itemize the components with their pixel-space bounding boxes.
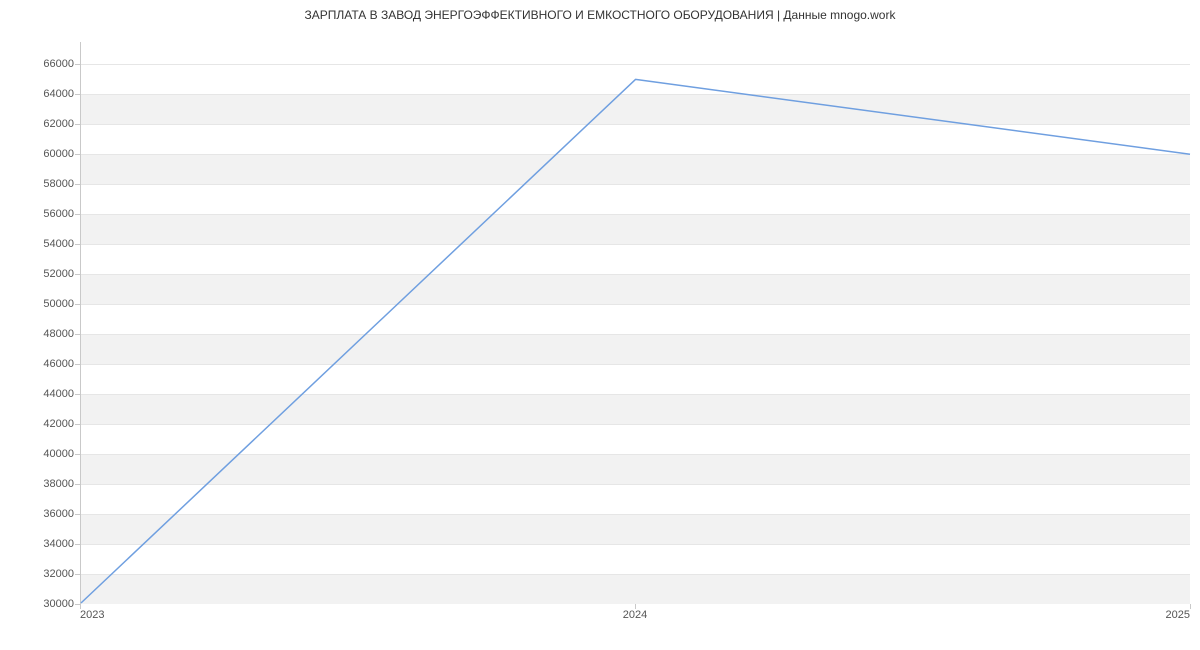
y-tick [75, 124, 80, 125]
chart-line [81, 42, 1190, 603]
y-tick [75, 514, 80, 515]
y-tick-label: 56000 [4, 208, 74, 220]
y-tick [75, 94, 80, 95]
y-tick-label: 62000 [4, 118, 74, 130]
plot-area [80, 42, 1190, 604]
line-chart: ЗАРПЛАТА В ЗАВОД ЭНЕРГОЭФФЕКТИВНОГО И ЕМ… [0, 0, 1200, 650]
y-tick-label: 30000 [4, 598, 74, 610]
chart-title: ЗАРПЛАТА В ЗАВОД ЭНЕРГОЭФФЕКТИВНОГО И ЕМ… [0, 8, 1200, 22]
y-tick [75, 334, 80, 335]
x-tick-label: 2023 [80, 609, 104, 621]
y-tick-label: 66000 [4, 58, 74, 70]
x-tick-label: 2024 [623, 609, 647, 621]
y-tick-label: 40000 [4, 448, 74, 460]
y-tick-label: 44000 [4, 388, 74, 400]
y-tick [75, 154, 80, 155]
y-tick [75, 454, 80, 455]
y-tick [75, 574, 80, 575]
y-tick-label: 52000 [4, 268, 74, 280]
x-tick-label: 2025 [1166, 609, 1190, 621]
y-tick-label: 46000 [4, 358, 74, 370]
x-tick [1190, 604, 1191, 609]
y-tick-label: 50000 [4, 298, 74, 310]
y-tick-label: 58000 [4, 178, 74, 190]
y-tick [75, 484, 80, 485]
y-tick-label: 54000 [4, 238, 74, 250]
y-tick-label: 34000 [4, 538, 74, 550]
y-tick [75, 364, 80, 365]
y-tick [75, 244, 80, 245]
y-tick-label: 36000 [4, 508, 74, 520]
y-tick [75, 64, 80, 65]
y-tick-label: 38000 [4, 478, 74, 490]
y-tick-label: 42000 [4, 418, 74, 430]
y-tick-label: 64000 [4, 88, 74, 100]
y-tick [75, 304, 80, 305]
y-tick-label: 32000 [4, 568, 74, 580]
y-tick [75, 214, 80, 215]
y-tick [75, 274, 80, 275]
y-tick-label: 48000 [4, 328, 74, 340]
y-tick-label: 60000 [4, 148, 74, 160]
y-tick [75, 424, 80, 425]
y-tick [75, 394, 80, 395]
y-tick [75, 544, 80, 545]
y-tick [75, 184, 80, 185]
